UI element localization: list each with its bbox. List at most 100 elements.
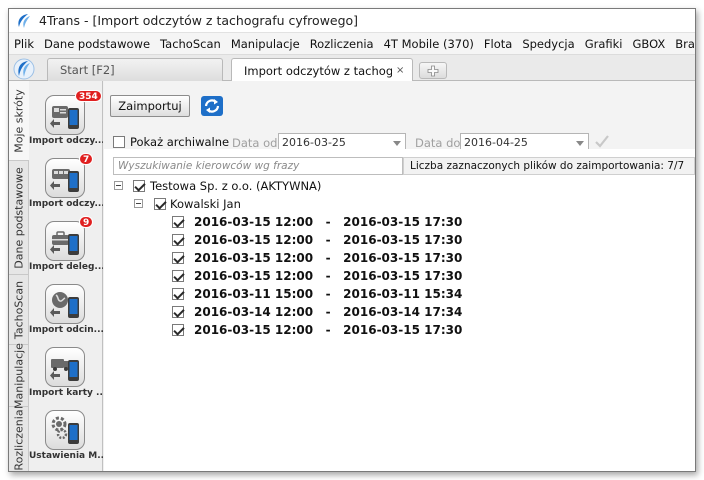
driver-name: Kowalski Jan — [170, 197, 241, 211]
shortcut-ustawienia[interactable]: Ustawienia M... — [29, 410, 103, 471]
date-from-value: 2016-03-25 — [282, 136, 346, 149]
file-period: 2016-03-11 15:00 - 2016-03-11 15:34 — [194, 287, 463, 301]
file-checkbox[interactable] — [172, 324, 184, 336]
tab-bar: Start [F2] Import odczytów z tachografu … — [9, 55, 695, 82]
toolbar: Zaimportuj — [104, 81, 695, 121]
notification-badge: 7 — [79, 153, 94, 165]
file-period: 2016-03-15 12:00 - 2016-03-15 17:30 — [194, 215, 463, 229]
file-checkbox[interactable] — [172, 270, 184, 282]
shortcut-import-odczytow-pojazdow[interactable]: 7 Import odczy... — [29, 153, 103, 220]
search-input[interactable] — [113, 157, 403, 175]
shortcut-label: Import odczy... — [29, 136, 103, 146]
menu-flota[interactable]: Flota — [484, 37, 512, 51]
menu-4t-mobile[interactable]: 4T Mobile (370) — [384, 37, 474, 51]
notification-badge: 354 — [75, 90, 102, 102]
date-from-label: Data od — [232, 136, 278, 150]
tree-row-driver[interactable]: Kowalski Jan — [134, 195, 241, 213]
plus-icon — [427, 65, 439, 76]
tree-row-company[interactable]: Testowa Sp. z o.o. (AKTYWNA) — [114, 177, 322, 195]
vtab-label: Dane podstawowe — [12, 166, 26, 269]
tree-row-file[interactable]: 2016-03-15 12:00 - 2016-03-15 17:30 — [172, 249, 462, 267]
vtab-label: Rozliczenia — [12, 409, 26, 471]
tree-row-file[interactable]: 2016-03-14 12:00 - 2016-03-14 17:34 — [172, 303, 462, 321]
file-period: 2016-03-15 12:00 - 2016-03-15 17:30 — [194, 251, 463, 265]
card-import-icon — [45, 347, 85, 387]
shortcut-import-odczytow-kart[interactable]: 354 Import odczy... — [29, 90, 103, 157]
shortcut-panel: 354 Import odczy... 7 Import odczy... 9 … — [29, 81, 103, 471]
import-button[interactable]: Zaimportuj — [110, 95, 190, 117]
close-icon[interactable]: × — [396, 65, 404, 76]
tree-row-file[interactable]: 2016-03-15 12:00 - 2016-03-15 17:30 — [172, 267, 462, 285]
search-bar: Liczba zaznaczonych plików do zaimportow… — [104, 149, 695, 175]
tab-import[interactable]: Import odczytów z tachografu cyfrowego × — [231, 58, 413, 82]
menu-gbox[interactable]: GBOX — [632, 37, 665, 51]
file-period: 2016-03-15 12:00 - 2016-03-15 17:30 — [194, 233, 463, 247]
tree-row-file[interactable]: 2016-03-15 12:00 - 2016-03-15 17:30 — [172, 213, 462, 231]
chevron-down-icon[interactable] — [393, 141, 401, 146]
shortcut-label: Import deleg... — [29, 262, 103, 272]
file-period: 2016-03-14 12:00 - 2016-03-14 17:34 — [194, 305, 463, 319]
date-to-label: Data do — [415, 136, 461, 150]
menu-bramka-sms[interactable]: Bramka SMS — [675, 37, 695, 51]
vtab-label: TachoScan — [12, 280, 26, 339]
tab-start[interactable]: Start [F2] — [47, 58, 223, 81]
title-bar: 4Trans - [Import odczytów z tachografu c… — [9, 9, 695, 33]
archive-checkbox[interactable] — [113, 136, 125, 148]
segment-import-icon — [45, 284, 85, 324]
notification-badge: 9 — [79, 216, 94, 228]
file-period: 2016-03-15 12:00 - 2016-03-15 17:30 — [194, 323, 463, 337]
shortcut-label: Import karty ... — [29, 388, 103, 398]
shortcut-label: Import odcin... — [29, 325, 103, 335]
refresh-icon[interactable] — [200, 95, 224, 117]
window-title: 4Trans - [Import odczytów z tachografu c… — [39, 13, 359, 28]
menu-rozliczenia[interactable]: Rozliczenia — [310, 37, 374, 51]
vertical-tab-strip: Moje skróty Dane podstawowe TachoScan Ma… — [9, 81, 29, 471]
menu-dane-podstawowe[interactable]: Dane podstawowe — [44, 37, 150, 51]
settings-gear-icon — [45, 410, 85, 450]
vtab-label: Manipulacje — [12, 342, 26, 409]
checkmark-icon[interactable] — [594, 133, 610, 149]
shortcut-import-karty[interactable]: Import karty ... — [29, 347, 103, 409]
company-name: Testowa Sp. z o.o. (AKTYWNA) — [150, 179, 322, 193]
tree-row-file[interactable]: 2016-03-15 12:00 - 2016-03-15 17:30 — [172, 231, 462, 249]
file-checkbox[interactable] — [172, 234, 184, 246]
shortcut-label: Import odczy... — [29, 199, 103, 209]
shortcut-import-delegacji[interactable]: 9 Import deleg... — [29, 216, 103, 283]
new-tab-button[interactable] — [419, 62, 447, 79]
vtab-rozliczenia[interactable]: Rozliczenia — [9, 407, 29, 471]
menu-manipulacje[interactable]: Manipulacje — [231, 37, 300, 51]
app-logo-icon[interactable] — [13, 58, 35, 80]
tree-row-file[interactable]: 2016-03-11 15:00 - 2016-03-11 15:34 — [172, 285, 462, 303]
vtab-label: Moje skróty — [12, 88, 26, 153]
collapse-icon[interactable] — [114, 181, 123, 190]
menu-tachoscan[interactable]: TachoScan — [160, 37, 221, 51]
shortcut-label: Ustawienia M... — [29, 451, 103, 461]
tree-row-file[interactable]: 2016-03-15 12:00 - 2016-03-15 17:30 — [172, 321, 462, 339]
file-checkbox[interactable] — [172, 288, 184, 300]
vtab-tachoscan[interactable]: TachoScan — [9, 275, 29, 345]
vtab-moje-skroty[interactable]: Moje skróty — [9, 81, 29, 161]
file-checkbox[interactable] — [172, 216, 184, 228]
vtab-dane-podstawowe[interactable]: Dane podstawowe — [9, 161, 29, 275]
delegation-import-icon — [45, 221, 85, 261]
chevron-down-icon[interactable] — [576, 141, 584, 146]
tab-import-label: Import odczytów z tachografu cyfrowego — [244, 63, 392, 78]
date-to-value: 2016-04-25 — [464, 136, 528, 149]
file-period: 2016-03-15 12:00 - 2016-03-15 17:30 — [194, 269, 463, 283]
filter-bar: Pokaż archiwalne Data od 2016-03-25 Data… — [104, 121, 695, 153]
shortcut-import-odcinkow[interactable]: Import odcin... — [29, 284, 103, 346]
file-checkbox[interactable] — [172, 252, 184, 264]
company-checkbox[interactable] — [133, 180, 145, 192]
app-window: 4Trans - [Import odczytów z tachografu c… — [8, 8, 696, 472]
vtab-manipulacje[interactable]: Manipulacje — [9, 342, 29, 409]
file-checkbox[interactable] — [172, 306, 184, 318]
menu-grafiki[interactable]: Grafiki — [585, 37, 623, 51]
menu-spedycja[interactable]: Spedycja — [522, 37, 574, 51]
import-tree: Testowa Sp. z o.o. (AKTYWNA) Kowalski Ja… — [104, 177, 695, 467]
menu-plik[interactable]: Plik — [14, 37, 34, 51]
driver-checkbox[interactable] — [154, 198, 166, 210]
collapse-icon[interactable] — [134, 199, 143, 208]
menu-bar: Plik Dane podstawowe TachoScan Manipulac… — [9, 33, 695, 55]
vehicle-import-icon — [45, 158, 85, 198]
app-logo-icon — [18, 13, 30, 28]
